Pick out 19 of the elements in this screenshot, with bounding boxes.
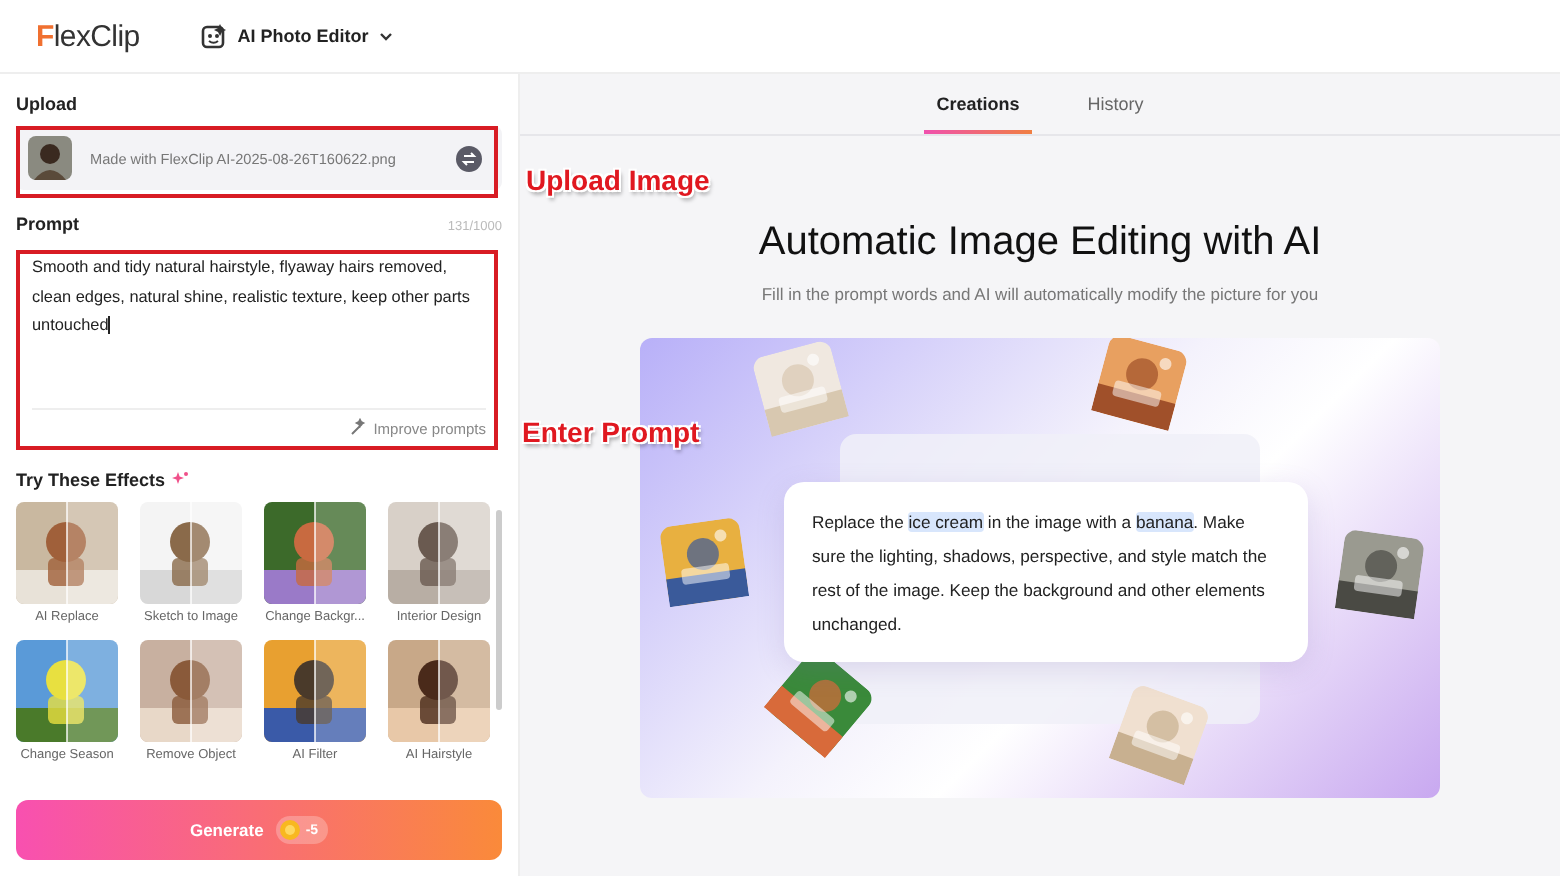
subtitle: Fill in the prompt words and AI will automatically modify the picture for you (761, 284, 1319, 304)
magic-wand-icon (347, 418, 368, 438)
chevron-down-icon (378, 28, 395, 44)
section-title: Try These Effects (16, 470, 166, 490)
sparkle-icon (171, 472, 188, 488)
tab[interactable]: Creations (924, 94, 1032, 134)
avatar-icon (28, 136, 72, 180)
section-label: Prompt (16, 214, 79, 234)
photo-edit-icon (199, 22, 228, 50)
scrollbar[interactable] (496, 510, 502, 710)
section-label: Upload (16, 94, 79, 114)
annotation-label: Upload Image (526, 164, 710, 196)
annotation-label: Enter Prompt (522, 416, 700, 448)
page-title: Automatic Image Editing with AI (758, 220, 1322, 266)
logo[interactable]: FlexClip (36, 19, 140, 53)
tool-menu[interactable]: AI Photo Editor (199, 22, 395, 50)
tab[interactable]: History (1075, 94, 1156, 134)
example-prompt: Replace the ice cream in the image with a banana. Make sure the lighting, shadows, perspective, and style match the rest of the image. Keep the background and other elements unchanged. (812, 510, 1269, 638)
swap-icon[interactable] (456, 145, 482, 171)
